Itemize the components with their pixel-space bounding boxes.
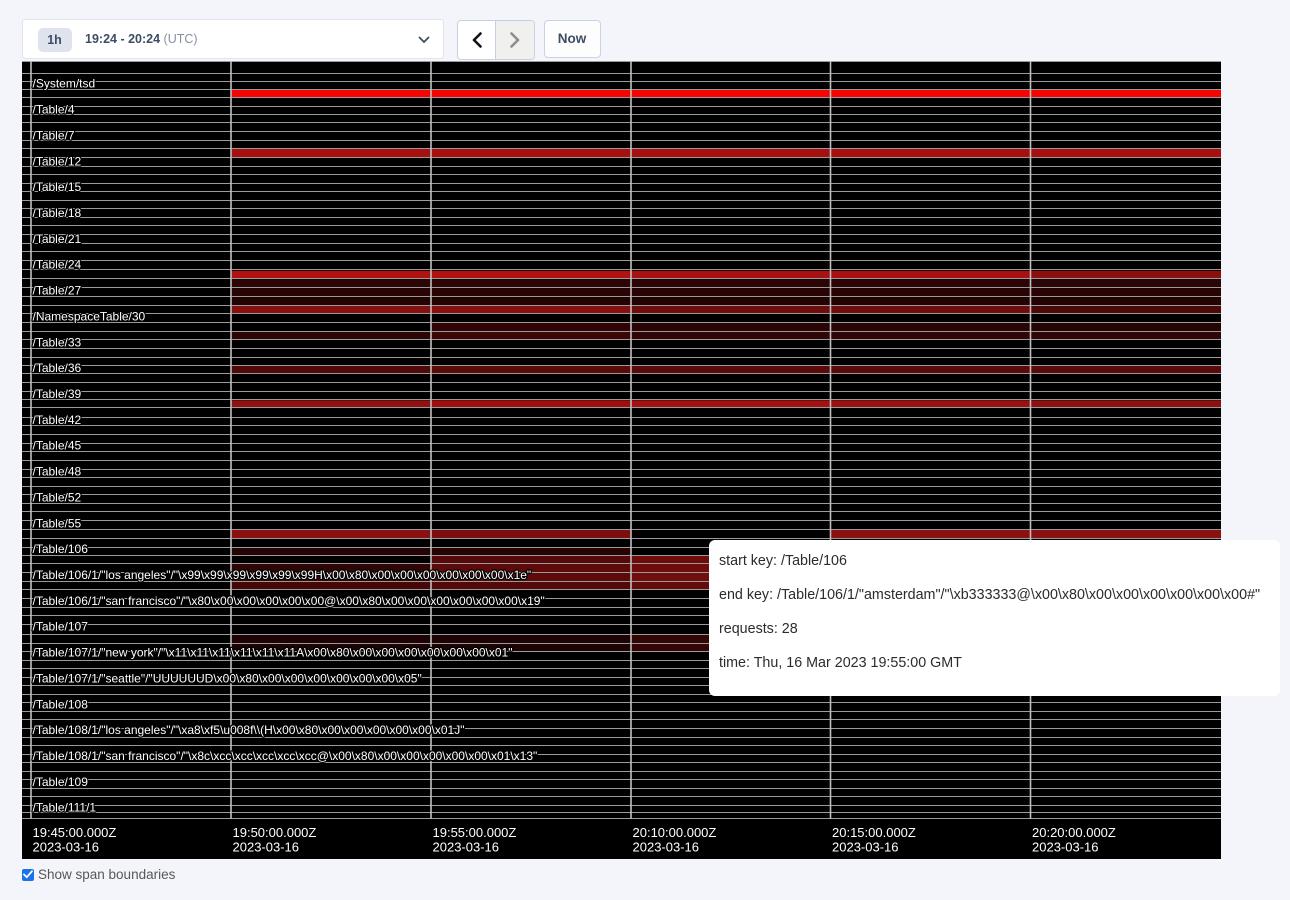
svg-text:20:20:00.000Z: 20:20:00.000Z <box>1032 825 1116 840</box>
svg-text:/Table/107/1/"seattle"/"UUUUUU: /Table/107/1/"seattle"/"UUUUUUD\x00\x80\… <box>33 671 422 685</box>
svg-text:19:50:00.000Z: 19:50:00.000Z <box>233 825 317 840</box>
svg-text:/Table/12: /Table/12 <box>33 154 82 168</box>
svg-text:20:10:00.000Z: 20:10:00.000Z <box>633 825 717 840</box>
svg-text:19:55:00.000Z: 19:55:00.000Z <box>433 825 517 840</box>
svg-text:/Table/33: /Table/33 <box>33 335 82 349</box>
svg-text:/Table/52: /Table/52 <box>33 490 82 504</box>
svg-text:/Table/106/1/"san francisco"/": /Table/106/1/"san francisco"/"\x80\x00\x… <box>33 593 545 607</box>
svg-text:/Table/109: /Table/109 <box>33 774 89 788</box>
svg-text:/NamespaceTable/30: /NamespaceTable/30 <box>33 309 146 323</box>
svg-text:/Table/42: /Table/42 <box>33 412 82 426</box>
svg-text:/Table/27: /Table/27 <box>33 283 82 297</box>
svg-text:2023-03-16: 2023-03-16 <box>832 839 899 854</box>
svg-text:/Table/39: /Table/39 <box>33 387 82 401</box>
svg-text:2023-03-16: 2023-03-16 <box>233 839 300 854</box>
svg-text:/Table/108/1/"los angeles"/"\x: /Table/108/1/"los angeles"/"\xa8\xf5\u00… <box>33 723 465 737</box>
svg-text:/Table/107/1/"new york"/"\x11\: /Table/107/1/"new york"/"\x11\x11\x11\x1… <box>33 645 513 659</box>
svg-text:/Table/36: /Table/36 <box>33 361 82 375</box>
svg-text:/Table/106: /Table/106 <box>33 542 89 556</box>
svg-text:/System/tsd: /System/tsd <box>33 76 96 90</box>
svg-text:2023-03-16: 2023-03-16 <box>1032 839 1099 854</box>
svg-text:19:45:00.000Z: 19:45:00.000Z <box>33 825 117 840</box>
svg-text:/Table/4: /Table/4 <box>33 102 75 116</box>
svg-text:2023-03-16: 2023-03-16 <box>33 839 100 854</box>
svg-text:2023-03-16: 2023-03-16 <box>633 839 700 854</box>
svg-text:/Table/15: /Table/15 <box>33 180 82 194</box>
svg-text:/Table/111/1: /Table/111/1 <box>33 800 97 814</box>
svg-text:/Table/106/1/"los angeles"/"\x: /Table/106/1/"los angeles"/"\x99\x99\x99… <box>33 568 532 582</box>
svg-text:/Table/7: /Table/7 <box>33 128 75 142</box>
svg-text:/Table/108: /Table/108 <box>33 697 89 711</box>
svg-text:/Table/55: /Table/55 <box>33 516 82 530</box>
svg-text:2023-03-16: 2023-03-16 <box>433 839 500 854</box>
svg-text:/Table/24: /Table/24 <box>33 257 82 271</box>
svg-text:20:15:00.000Z: 20:15:00.000Z <box>832 825 916 840</box>
svg-text:/Table/108/1/"san francisco"/": /Table/108/1/"san francisco"/"\x8c\xcc\x… <box>33 749 538 763</box>
svg-text:/Table/18: /Table/18 <box>33 206 82 220</box>
svg-text:/Table/21: /Table/21 <box>33 231 82 245</box>
svg-text:/Table/48: /Table/48 <box>33 464 82 478</box>
svg-text:/Table/45: /Table/45 <box>33 438 82 452</box>
svg-text:/Table/107: /Table/107 <box>33 619 89 633</box>
